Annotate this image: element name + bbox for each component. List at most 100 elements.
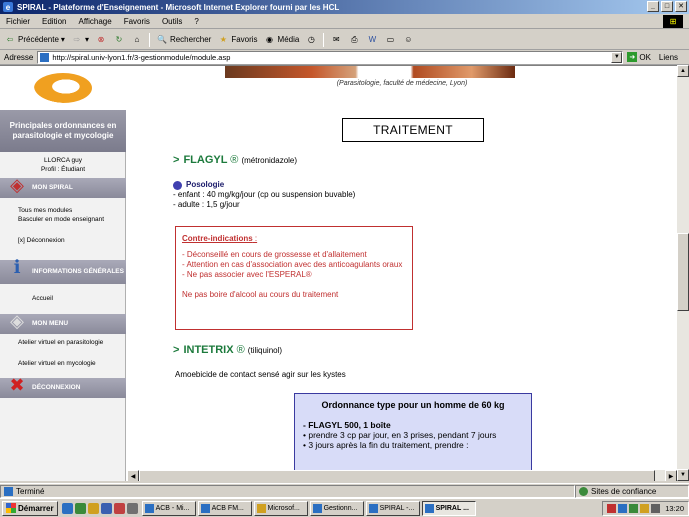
- menu-edition[interactable]: Edition: [42, 17, 66, 26]
- menu-outils[interactable]: Outils: [162, 17, 182, 26]
- module-title: Principales ordonnances en parasitologie…: [0, 110, 126, 152]
- maximize-button[interactable]: □: [661, 1, 673, 12]
- start-button[interactable]: Démarrer: [2, 500, 58, 516]
- go-button[interactable]: ➜ OK: [627, 52, 651, 62]
- section-deconnexion[interactable]: ✖ DÉCONNEXION: [0, 376, 126, 398]
- nav-tous-mes-modules[interactable]: Tous mes modules: [18, 206, 122, 215]
- forward-button[interactable]: ⇨ ▾: [71, 34, 89, 46]
- nav-basculer-mode[interactable]: Basculer en mode enseignant: [18, 215, 122, 224]
- print-icon[interactable]: ⎙: [348, 34, 360, 46]
- refresh-icon[interactable]: ↻: [113, 34, 125, 46]
- scroll-right-icon[interactable]: ▶: [665, 470, 677, 481]
- trusted-sites-icon: [579, 486, 588, 496]
- address-input[interactable]: http://spiral.univ-lyon1.fr/3-gestionmod…: [37, 50, 624, 64]
- discuss-icon[interactable]: ▭: [384, 34, 396, 46]
- task-acb-fm[interactable]: ACB FM...: [197, 500, 252, 516]
- sidebar: Principales ordonnances en parasitologie…: [0, 66, 126, 481]
- taskbar: Démarrer ACB - Mi... ACB FM... Microsof.…: [0, 498, 689, 517]
- home-icon[interactable]: ⌂: [131, 34, 143, 46]
- task-spiral-1[interactable]: SPIRAL -...: [365, 500, 420, 516]
- x-icon: ✖: [9, 375, 25, 395]
- task-icon: [256, 503, 266, 513]
- toolbar-separator: [323, 32, 325, 47]
- favorites-button[interactable]: ★ Favoris: [217, 34, 258, 46]
- tray-icon[interactable]: [618, 503, 628, 513]
- ie-quicklaunch-icon[interactable]: [61, 502, 73, 514]
- stop-icon[interactable]: ⊗: [95, 34, 107, 46]
- app-icon[interactable]: [113, 502, 125, 514]
- bullet-icon: [173, 180, 182, 190]
- search-button[interactable]: 🔍 Rechercher: [156, 34, 211, 46]
- word-icon[interactable]: W: [366, 34, 378, 46]
- spiral-logo[interactable]: [0, 66, 126, 110]
- task-icon: [312, 503, 322, 513]
- page-viewport: Principales ordonnances en parasitologie…: [0, 65, 677, 481]
- back-button[interactable]: ⇦ Précédente ▾: [4, 34, 65, 46]
- cube-icon: ◈: [10, 311, 24, 331]
- task-icon: [144, 503, 154, 513]
- nav-atelier-mycologie[interactable]: Atelier virtuel en mycologie: [18, 359, 122, 368]
- nav-deconnexion-small[interactable]: [x] Déconnexion: [18, 236, 122, 245]
- drug-flagyl: > FLAGYL ® (métronidazole): [173, 154, 298, 166]
- posologie-line: - enfant : 40 mg/kg/jour (cp ou suspensi…: [173, 190, 356, 199]
- task-microsoft[interactable]: Microsof...: [253, 500, 308, 516]
- vertical-scroll-thumb[interactable]: [677, 233, 689, 311]
- chevron-down-icon: ▾: [60, 35, 65, 44]
- menu-fichier[interactable]: Fichier: [6, 17, 30, 26]
- address-label: Adresse: [4, 52, 34, 62]
- links-button[interactable]: Liens: [659, 53, 678, 62]
- contraindications-title: Contre-indications :: [182, 234, 258, 243]
- parasite-photo: [225, 66, 515, 78]
- nav-atelier-parasitologie[interactable]: Atelier virtuel en parasitologie: [18, 338, 122, 347]
- media-button[interactable]: ◉ Média: [264, 34, 299, 46]
- cube-icon: ◈: [10, 175, 24, 195]
- scroll-down-icon[interactable]: ▼: [677, 469, 689, 481]
- nav-accueil[interactable]: Accueil: [32, 294, 136, 303]
- horizontal-scrollbar[interactable]: ◀ ▶: [127, 470, 677, 481]
- vertical-scrollbar[interactable]: ▲ ▼: [677, 65, 689, 481]
- zone-text: Sites de confiance: [591, 486, 657, 496]
- minimize-button[interactable]: _: [647, 1, 659, 12]
- section-mon-spiral: ◈ MON SPIRAL: [0, 176, 126, 198]
- contraindication-note: Ne pas boire d'alcool au cours du traite…: [182, 290, 339, 299]
- task-acb-mi[interactable]: ACB - Mi...: [141, 500, 196, 516]
- menu-favoris[interactable]: Favoris: [124, 17, 150, 26]
- history-icon[interactable]: ◷: [305, 34, 317, 46]
- windows-logo-icon: ⊞: [663, 15, 683, 28]
- outlook-icon[interactable]: [87, 502, 99, 514]
- media-player-icon[interactable]: [100, 502, 112, 514]
- intetrix-description: Amoebicide de contact sensé agir sur les…: [175, 370, 346, 379]
- system-tray: 13:20: [602, 500, 689, 516]
- posologie-block: Posologie - enfant : 40 mg/kg/jour (cp o…: [173, 180, 356, 209]
- task-icon: [368, 503, 378, 513]
- window-title: SPIRAL - Plateforme d'Enseignement - Mic…: [17, 2, 340, 12]
- menu-affichage[interactable]: Affichage: [78, 17, 111, 26]
- chevron-down-icon[interactable]: ▼: [611, 51, 623, 63]
- posologie-line: - adulte : 1,5 g/jour: [173, 200, 240, 209]
- task-gestionn[interactable]: Gestionn...: [309, 500, 364, 516]
- scroll-up-icon[interactable]: ▲: [677, 65, 689, 77]
- ordonnance-line: • 3 jours après la fin du traitement, pr…: [303, 440, 469, 450]
- menu-help[interactable]: ?: [194, 17, 198, 26]
- scroll-left-icon[interactable]: ◀: [127, 470, 139, 481]
- ordonnance-title: Ordonnance type pour un homme de 60 kg: [321, 400, 505, 410]
- info-icon: ℹ: [13, 257, 21, 277]
- horizontal-scroll-thumb[interactable]: [139, 470, 655, 481]
- volume-icon[interactable]: [651, 503, 661, 513]
- spiral-logo-icon: [34, 73, 92, 103]
- task-spiral-2[interactable]: SPIRAL ...: [421, 500, 476, 516]
- clock: 13:20: [665, 503, 684, 513]
- photo-caption: (Parasitologie, faculté de médecine, Lyo…: [336, 80, 468, 87]
- chevron-down-icon: ▾: [84, 35, 89, 44]
- tray-icon[interactable]: [607, 503, 617, 513]
- section-informations: ℹ INFORMATIONS GÉNÉRALES: [0, 258, 126, 284]
- close-button[interactable]: ✕: [675, 1, 687, 12]
- messenger-icon[interactable]: ☺: [402, 34, 414, 46]
- tray-icon[interactable]: [629, 503, 639, 513]
- app-icon[interactable]: [126, 502, 138, 514]
- quick-launch: [60, 502, 140, 514]
- tray-icon[interactable]: [640, 503, 650, 513]
- desktop-icon[interactable]: [74, 502, 86, 514]
- section-title: TRAITEMENT: [342, 118, 484, 142]
- mail-icon[interactable]: ✉: [330, 34, 342, 46]
